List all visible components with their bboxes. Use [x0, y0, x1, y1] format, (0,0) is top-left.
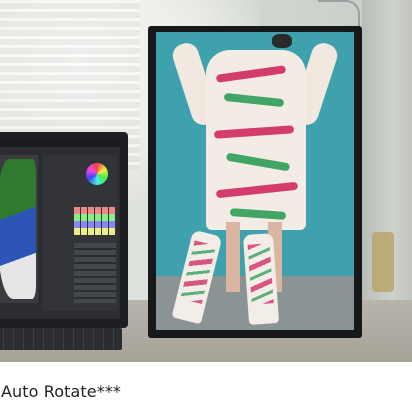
color-wheel-icon: [86, 163, 108, 185]
model-right-boot: [242, 233, 280, 325]
product-photo: [0, 0, 412, 362]
background-object: [372, 232, 394, 292]
rotated-monitor: [148, 26, 362, 338]
feature-caption: Auto Rotate***: [1, 382, 122, 401]
model-coat: [206, 50, 306, 230]
swatch-grid: [74, 207, 116, 235]
laptop-display: [0, 139, 120, 319]
editor-menubar: [0, 139, 120, 147]
editor-canvas: [0, 155, 38, 303]
model-left-leg: [226, 222, 240, 292]
layers-panel: [74, 243, 116, 303]
laptop: [0, 132, 128, 328]
artwork-preview: [0, 159, 36, 299]
monitor-screen: [156, 32, 354, 330]
model-hair: [272, 34, 292, 48]
laptop-keyboard: [0, 328, 122, 350]
